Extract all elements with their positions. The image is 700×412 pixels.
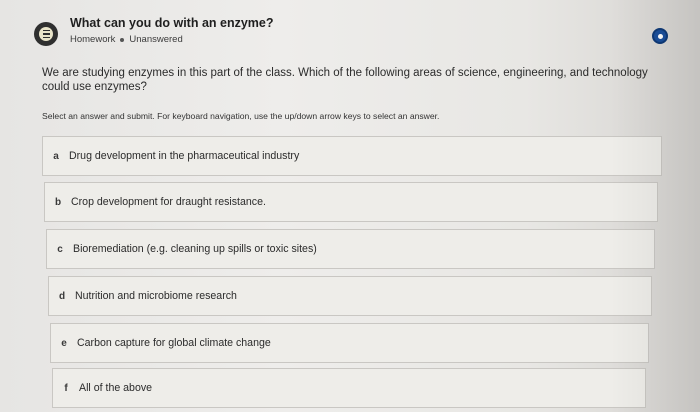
answer-option-e[interactable]: e Carbon capture for global climate chan… [50,323,649,363]
info-icon[interactable] [652,28,668,44]
separator-dot [120,37,125,42]
question-meta: Homework Unanswered [70,34,183,45]
status-label: Unanswered [129,34,183,45]
answer-option-d[interactable]: d Nutrition and microbiome research [48,276,652,316]
question-text: We are studying enzymes in this part of … [42,67,648,93]
answer-option-c[interactable]: c Bioremediation (e.g. cleaning up spill… [46,229,655,269]
option-text: All of the above [79,382,153,394]
answer-option-b[interactable]: b Crop development for draught resistanc… [44,182,658,222]
option-text: Bioremediation (e.g. cleaning up spills … [73,243,317,255]
answer-option-a[interactable]: a Drug development in the pharmaceutical… [42,136,662,176]
question-title: What can you do with an enzyme? [70,16,274,30]
instructions-text: Select an answer and submit. For keyboar… [42,111,440,121]
option-letter: a [53,150,59,162]
option-text: Crop development for draught resistance. [71,196,266,208]
option-letter: d [58,290,66,302]
homework-list-icon [34,22,58,46]
option-letter: b [54,196,62,208]
option-letter: f [64,382,68,394]
option-text: Drug development in the pharmaceutical i… [69,150,300,162]
homework-page: What can you do with an enzyme? Homework… [0,0,700,412]
question-header: What can you do with an enzyme? Homework… [34,14,674,54]
option-text: Nutrition and microbiome research [75,290,237,302]
option-text: Carbon capture for global climate change [77,337,271,349]
option-letter: c [57,243,63,255]
category-label: Homework [70,34,116,45]
option-letter: e [61,337,67,349]
answer-option-f[interactable]: f All of the above [52,368,646,408]
